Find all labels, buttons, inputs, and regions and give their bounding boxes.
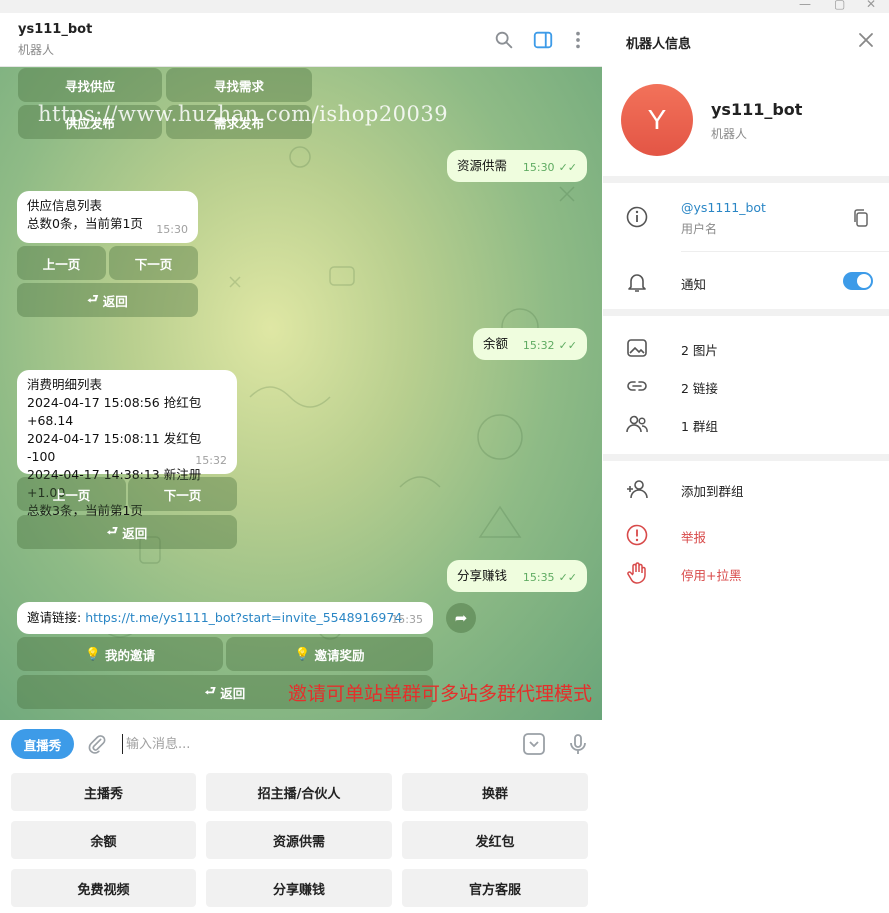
bulb-icon: 💡 (85, 646, 105, 661)
message-composer: 直播秀 (0, 720, 602, 768)
reply-key-red-packet[interactable]: 发红包 (402, 821, 588, 859)
read-ticks-icon: ✓✓ (558, 161, 577, 174)
incoming-message: 邀请链接: https://t.me/ys1111_bot?start=invi… (17, 602, 433, 634)
message-line: 消费明细列表 (27, 377, 103, 392)
message-input[interactable] (122, 734, 502, 754)
sidebar-toggle-icon[interactable] (532, 29, 554, 51)
bot-info-panel: 机器人信息 Y ys111_bot 机器人 @ys1111_bot 用户名 通知… (603, 13, 889, 913)
chat-title[interactable]: ys111_bot (18, 22, 92, 37)
copy-icon[interactable] (852, 208, 870, 228)
section-separator (603, 176, 889, 183)
search-icon[interactable] (493, 29, 515, 51)
live-show-button[interactable]: 直播秀 (11, 729, 74, 759)
prev-page-button[interactable]: 上一页 (17, 477, 126, 511)
info-icon (626, 206, 648, 228)
outgoing-message: 余额 15:32 ✓✓ (473, 328, 587, 360)
info-title: 机器人信息 (626, 37, 692, 52)
add-to-group-button[interactable]: 添加到群组 (681, 481, 744, 500)
invite-label: 邀请链接: (27, 610, 86, 625)
section-separator (603, 309, 889, 316)
watermark-text: https://www.huzhan.com/ishop20039 (38, 102, 449, 126)
back-arrow-icon: ⮐ (106, 522, 123, 538)
message-text: 分享赚钱 (457, 568, 508, 583)
bot-keyboard-icon[interactable] (522, 732, 546, 756)
next-page-button[interactable]: 下一页 (109, 246, 198, 280)
reply-key-supply-demand[interactable]: 资源供需 (206, 821, 392, 859)
message-time: 15:35 (391, 613, 423, 626)
close-icon[interactable] (857, 31, 875, 49)
notifications-label: 通知 (681, 277, 707, 292)
maximize-icon[interactable]: ▢ (834, 0, 845, 11)
section-separator (603, 454, 889, 461)
more-options-icon[interactable] (567, 29, 589, 51)
back-arrow-icon: ⮐ (204, 682, 221, 698)
bot-name: ys111_bot (711, 100, 803, 119)
message-time: 15:32 ✓✓ (522, 339, 577, 352)
find-supply-button[interactable]: 寻找供应 (18, 68, 162, 102)
chat-messages[interactable]: 寻找供应 寻找需求 供应发布 需求发布 https://www.huzhan.c… (0, 67, 602, 720)
message-time: 15:32 (195, 454, 227, 467)
reply-key-balance[interactable]: 余额 (11, 821, 196, 859)
promo-text: 邀请可单站单群可多站多群代理模式 (288, 683, 593, 705)
divider (681, 251, 889, 252)
share-arrow-icon[interactable]: ➦ (446, 603, 476, 633)
chat-pane: ys111_bot 机器人 寻找供应 寻找需求 供应发布 需求发布 https:… (0, 13, 602, 913)
reply-key-streamer-show[interactable]: 主播秀 (11, 773, 196, 811)
bell-icon (628, 274, 646, 292)
back-arrow-icon: ⮐ (87, 290, 103, 306)
message-time: 15:30 (156, 223, 188, 236)
bulb-icon: 💡 (294, 646, 315, 661)
outgoing-message: 资源供需 15:30 ✓✓ (447, 150, 587, 182)
reply-key-support[interactable]: 官方客服 (402, 869, 588, 907)
attach-icon[interactable] (86, 732, 108, 756)
back-button[interactable]: ⮐ 返回 (17, 283, 198, 317)
close-window-icon[interactable]: ✕ (866, 0, 876, 11)
message-text: 余额 (483, 336, 509, 351)
username-link[interactable]: @ys1111_bot (681, 200, 766, 215)
username-label: 用户名 (681, 222, 718, 236)
message-time: 15:30 ✓✓ (522, 161, 577, 174)
hand-stop-icon (627, 562, 646, 584)
reply-key-share-earn[interactable]: 分享赚钱 (206, 869, 392, 907)
incoming-message: 消费明细列表 2024-04-17 15:08:56 抢红包 +68.14 20… (17, 370, 237, 518)
back-button[interactable]: ⮐ 返回 (17, 515, 237, 549)
minimize-icon[interactable]: — (799, 0, 811, 11)
reply-key-free-video[interactable]: 免费视频 (11, 869, 196, 907)
avatar[interactable]: Y (621, 84, 693, 156)
invite-link[interactable]: https://t.me/ys1111_bot?start=invite_554… (85, 610, 402, 625)
reply-key-recruit[interactable]: 招主播/合伙人 (206, 773, 392, 811)
block-button[interactable]: 停用+拉黑 (681, 565, 741, 584)
reply-keyboard: 主播秀 招主播/合伙人 换群 余额 资源供需 发红包 免费视频 分享赚钱 官方客… (0, 768, 602, 913)
message-line: 供应信息列表 (27, 198, 103, 213)
media-links[interactable]: 2 链接 (681, 378, 718, 397)
reply-key-switch-group[interactable]: 换群 (402, 773, 588, 811)
outgoing-message: 分享赚钱 15:35 ✓✓ (447, 560, 587, 592)
window-titlebar: — ▢ ✕ (0, 0, 889, 13)
message-line: 2024-04-17 15:08:56 抢红包 +68.14 (27, 395, 202, 428)
incoming-message: 供应信息列表 总数0条，当前第1页 15:30 (17, 191, 198, 243)
my-invites-button[interactable]: 💡 我的邀请 (17, 637, 223, 671)
read-ticks-icon: ✓✓ (558, 339, 577, 352)
message-time: 15:35 ✓✓ (522, 571, 577, 584)
notifications-toggle[interactable] (843, 272, 873, 290)
report-button[interactable]: 举报 (681, 527, 706, 546)
chat-subtitle: 机器人 (18, 43, 55, 57)
media-photos[interactable]: 2 图片 (681, 340, 718, 359)
image-icon (627, 339, 647, 357)
read-ticks-icon: ✓✓ (558, 571, 577, 584)
prev-page-button[interactable]: 上一页 (17, 246, 106, 280)
report-icon (626, 524, 648, 546)
link-icon (627, 381, 647, 391)
add-user-icon (627, 480, 648, 499)
message-text: 资源供需 (457, 158, 508, 173)
group-icon (626, 415, 648, 433)
invite-rewards-button[interactable]: 💡 邀请奖励 (226, 637, 433, 671)
microphone-icon[interactable] (566, 732, 590, 756)
next-page-button[interactable]: 下一页 (128, 477, 237, 511)
bot-type: 机器人 (711, 127, 748, 141)
media-groups[interactable]: 1 群组 (681, 416, 718, 435)
chat-header: ys111_bot 机器人 (0, 13, 602, 67)
find-demand-button[interactable]: 寻找需求 (166, 68, 312, 102)
